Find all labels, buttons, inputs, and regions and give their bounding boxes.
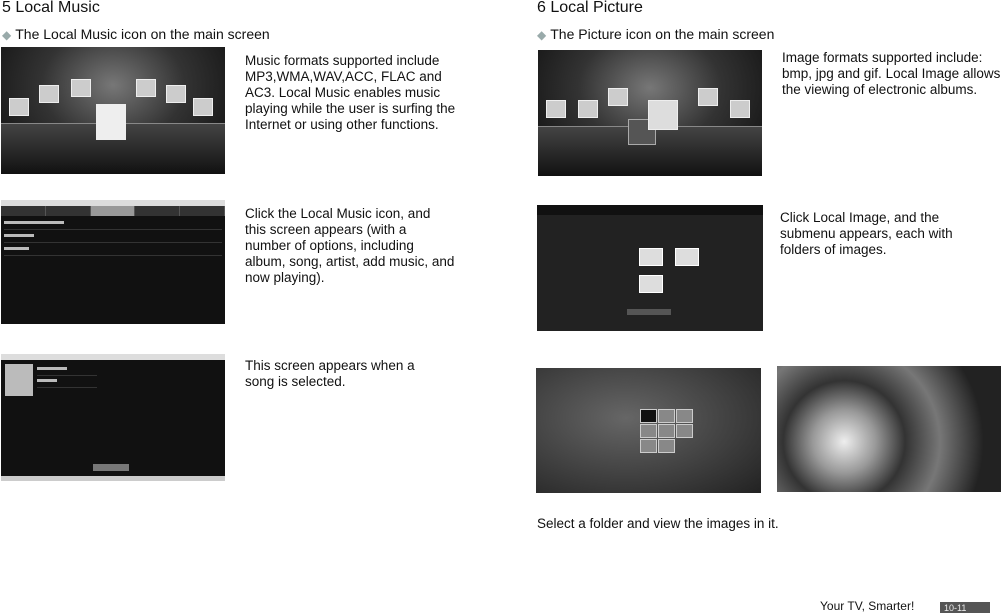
music-description: Music formats supported include MP3,WMA,…: [245, 53, 456, 132]
bullet-picture: ◆ The Picture icon on the main screen: [537, 26, 774, 42]
section-heading-music: 5 Local Music: [2, 0, 100, 16]
diamond-icon: ◆: [2, 28, 12, 42]
picture-folders-description: Click Local Image, and the submenu appea…: [780, 210, 953, 257]
music-list-description: Click the Local Music icon, and this scr…: [245, 206, 455, 285]
diamond-icon: ◆: [537, 28, 547, 42]
image-view-description: Select a folder and view the images in i…: [537, 516, 779, 531]
bullet-text: The Local Music icon on the main screen: [15, 26, 270, 42]
photo-hummingbird: [777, 366, 1001, 492]
page-number: 10-11: [940, 602, 990, 613]
screenshot-home-music: [1, 47, 225, 174]
bullet-music: ◆ The Local Music icon on the main screen: [2, 26, 270, 42]
picture-description: Image formats supported include: bmp, jp…: [782, 50, 1001, 97]
screenshot-home-picture: [538, 50, 762, 176]
screenshot-picture-folders: [537, 205, 763, 331]
footer-slogan: Your TV, Smarter!: [820, 599, 915, 613]
section-heading-picture: 6 Local Picture: [537, 0, 643, 16]
screenshot-now-playing: [1, 354, 225, 481]
now-playing-description: This screen appears when a song is selec…: [245, 358, 415, 389]
bullet-text: The Picture icon on the main screen: [550, 26, 775, 42]
screenshot-music-list: [1, 200, 225, 324]
screenshot-image-grid: [536, 368, 761, 493]
